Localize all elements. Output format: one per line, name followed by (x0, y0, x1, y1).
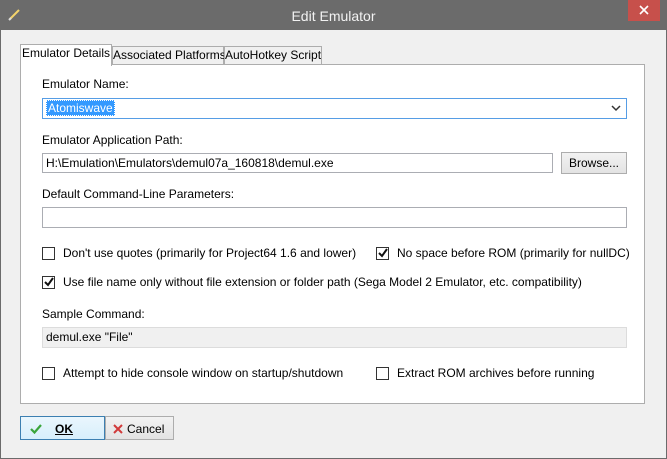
chevron-down-icon[interactable] (610, 100, 622, 116)
hide-console-checkbox[interactable]: Attempt to hide console window on startu… (42, 366, 343, 380)
close-button[interactable] (628, 0, 660, 21)
dont-use-quotes-label: Don't use quotes (primarily for Project6… (63, 246, 357, 260)
app-path-label: Emulator Application Path: (42, 133, 183, 147)
checkbox-box[interactable] (42, 246, 55, 260)
sample-command-label: Sample Command: (42, 307, 145, 321)
ok-label: OK (55, 422, 73, 436)
no-space-before-rom-label: No space before ROM (primarily for nullD… (397, 246, 630, 260)
emulator-name-label: Emulator Name: (42, 77, 129, 91)
app-path-input[interactable]: H:\Emulation\Emulators\demul07a_160818\d… (42, 153, 553, 173)
no-space-before-rom-checkbox[interactable]: No space before ROM (primarily for nullD… (376, 246, 630, 260)
checkbox-box[interactable] (376, 246, 389, 260)
extract-rom-checkbox[interactable]: Extract ROM archives before running (376, 366, 594, 380)
emulator-name-combobox[interactable]: Atomiswave (42, 98, 627, 119)
dont-use-quotes-checkbox[interactable]: Don't use quotes (primarily for Project6… (42, 246, 356, 260)
extract-rom-label: Extract ROM archives before running (397, 366, 595, 380)
checkmark-icon (44, 276, 54, 287)
checkbox-box[interactable] (42, 275, 55, 289)
title-bar: Edit Emulator (0, 0, 667, 30)
close-icon (639, 5, 649, 15)
browse-button[interactable]: Browse... (561, 152, 627, 174)
checkbox-box[interactable] (376, 366, 389, 380)
x-icon (113, 424, 123, 434)
checkmark-icon (378, 247, 388, 258)
window-title: Edit Emulator (291, 8, 376, 24)
params-input[interactable] (42, 207, 627, 228)
cancel-label: Cancel (127, 422, 165, 436)
file-name-only-checkbox[interactable]: Use file name only without file extensio… (42, 275, 582, 289)
tab-associated-platforms[interactable]: Associated Platforms (112, 46, 226, 65)
tab-emulator-details[interactable]: Emulator Details (20, 44, 112, 66)
checkmark-icon (30, 424, 42, 435)
file-name-only-label: Use file name only without file extensio… (63, 275, 582, 289)
tab-autohotkey-script[interactable]: AutoHotkey Script (224, 46, 322, 65)
cancel-button[interactable]: Cancel (105, 416, 174, 440)
params-label: Default Command-Line Parameters: (42, 187, 235, 201)
hide-console-label: Attempt to hide console window on startu… (63, 366, 344, 380)
sample-command-field: demul.exe "File" (42, 327, 627, 348)
emulator-name-value: Atomiswave (46, 100, 115, 116)
checkbox-box[interactable] (42, 366, 55, 380)
ok-button[interactable]: OK (20, 416, 105, 440)
